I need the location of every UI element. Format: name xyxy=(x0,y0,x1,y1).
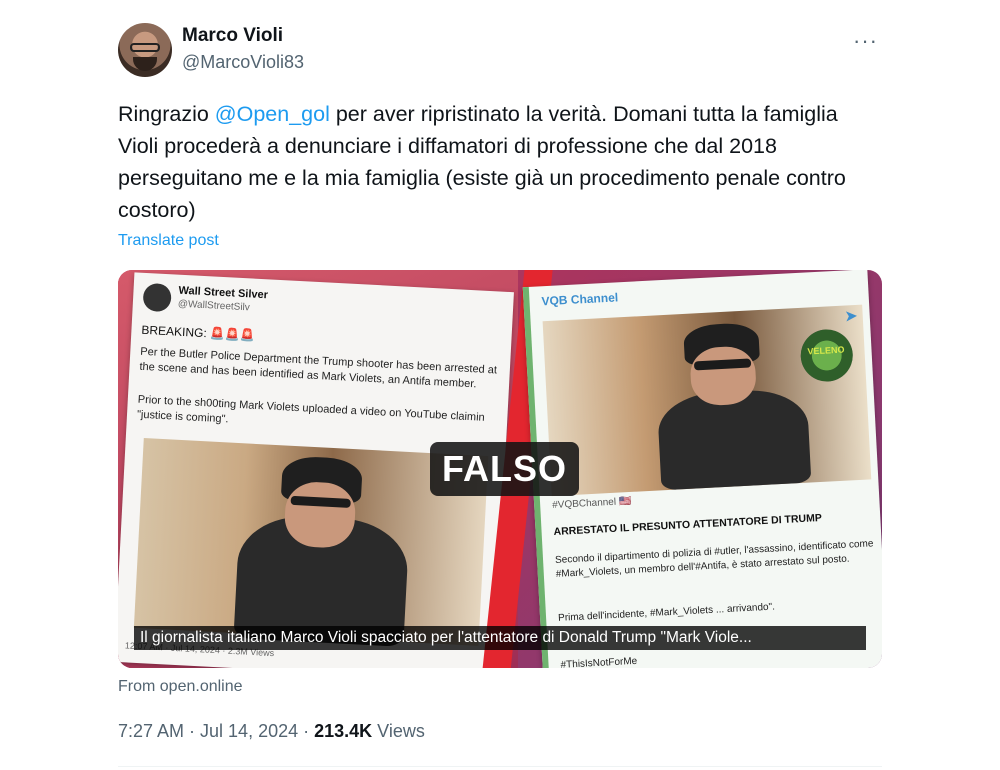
left-doc-paragraph-2: Prior to the sh00ting Mark Violets uploa… xyxy=(136,393,485,426)
falso-stamp: FALSO xyxy=(430,442,580,496)
views-count: 213.4K xyxy=(314,721,373,741)
post-timestamp[interactable]: 7:27 AM · Jul 14, 2024 · xyxy=(118,721,314,741)
right-doc-headline: ARRESTATO IL PRESUNTO ATTENTATORE DI TRU… xyxy=(553,511,823,539)
left-doc-paragraph-1: Per the Butler Police Department the Tru… xyxy=(139,345,498,391)
account-avatar xyxy=(142,282,172,313)
telegram-icon: ➤ xyxy=(843,307,859,326)
avatar-beard xyxy=(133,57,157,71)
right-doc-paragraph-2: Prima dell'incidente, #Mark_Violets ... … xyxy=(557,601,776,624)
post-stats: 7:27 AM · Jul 14, 2024 · 213.4K Views xyxy=(118,721,425,742)
channel-name: VQB Channel xyxy=(541,290,619,309)
media-caption: Il giornalista italiano Marco Violi spac… xyxy=(134,626,866,650)
link-source[interactable]: From open.online xyxy=(118,678,243,696)
account-handle: @WallStreetSilv xyxy=(177,298,251,314)
author-name[interactable]: Marco Violi xyxy=(182,25,283,47)
avatar-glasses xyxy=(130,43,160,52)
views-label: Views xyxy=(372,721,425,741)
post-text: Ringrazio @Open_gol per aver ripristinat… xyxy=(118,98,882,226)
media-card[interactable]: Wall Street Silver @WallStreetSilv BREAK… xyxy=(118,270,882,668)
mention-link[interactable]: @Open_gol xyxy=(215,102,330,126)
right-doc-hashtag: #VQBChannel 🇺🇸 xyxy=(551,495,632,512)
author-handle[interactable]: @MarcoVioli83 xyxy=(182,52,304,73)
face xyxy=(283,480,357,550)
veleno-logo-text: VELENO xyxy=(807,344,845,357)
breaking-label: BREAKING: 🚨🚨🚨 xyxy=(141,322,256,343)
translate-post-link[interactable]: Translate post xyxy=(118,232,219,250)
post-text-start: Ringrazio xyxy=(118,102,215,126)
more-options-icon[interactable]: ··· xyxy=(853,28,878,54)
avatar[interactable] xyxy=(118,23,172,77)
right-doc-paragraph-1: Secondo il dipartimento di polizia di #u… xyxy=(554,538,874,580)
divider xyxy=(118,766,882,767)
